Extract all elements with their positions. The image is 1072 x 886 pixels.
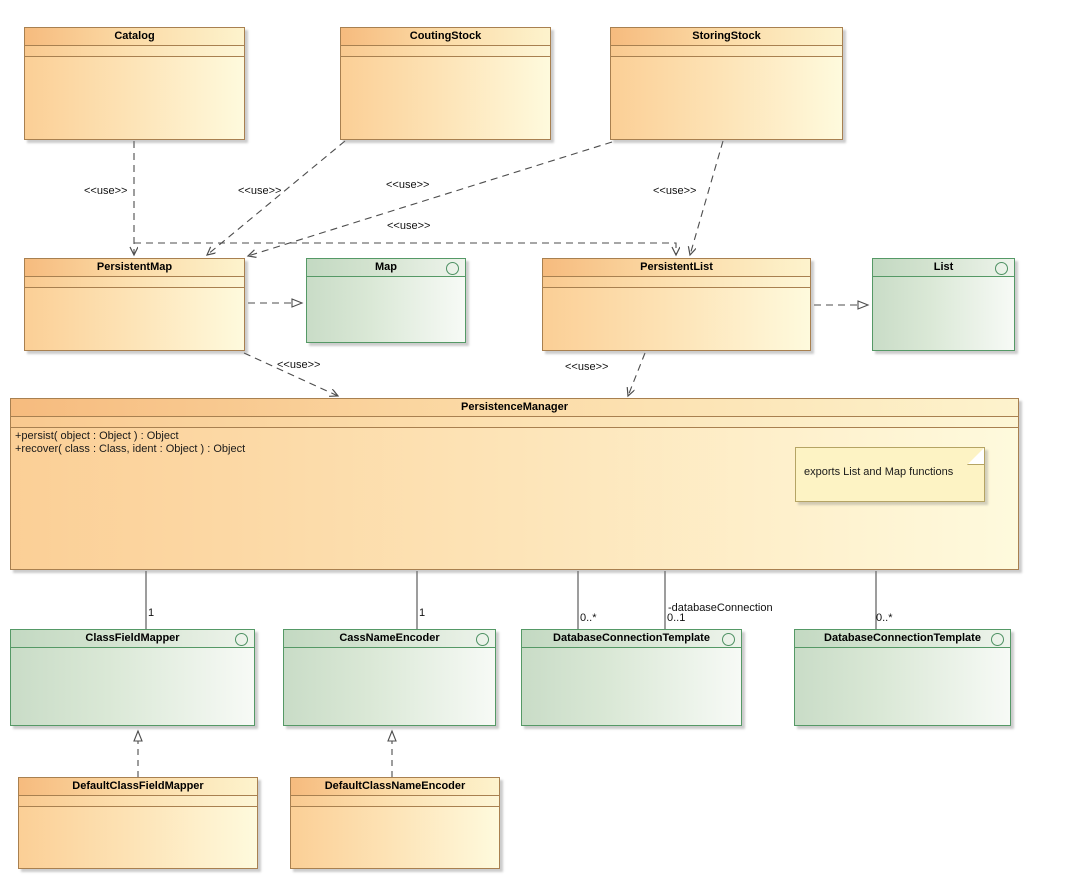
link-storingstock-to-persistentlist xyxy=(690,140,724,255)
class-name-classfieldmapper-label: ClassFieldMapper xyxy=(85,632,180,644)
class-name-coutingstock: CoutingStock xyxy=(341,28,550,46)
class-box-defaultclassnameencoder[interactable]: DefaultClassNameEncoder xyxy=(290,777,500,869)
class-box-defaultclassfieldmapper[interactable]: DefaultClassFieldMapper xyxy=(18,777,258,869)
interface-circle-icon xyxy=(446,262,459,275)
class-name-defaultclassnameencoder: DefaultClassNameEncoder xyxy=(291,778,499,796)
interface-circle-icon xyxy=(476,633,489,646)
link-coutingstock-to-persistentlist xyxy=(134,242,676,255)
class-name-databaseconnectiontemplate-1-label: DatabaseConnectionTemplate xyxy=(553,632,710,644)
class-name-cassnameencoder: CassNameEncoder xyxy=(284,630,495,648)
edge-label-use-coutingstock-persistentmap: <<use>> xyxy=(238,185,282,197)
class-name-list-label: List xyxy=(933,261,954,273)
class-box-coutingstock[interactable]: CoutingStock xyxy=(340,27,551,140)
interface-circle-icon xyxy=(991,633,1004,646)
class-operations-coutingstock xyxy=(341,57,550,139)
class-name-catalog: Catalog xyxy=(25,28,244,46)
class-name-persistentlist: PersistentList xyxy=(543,259,810,277)
class-box-persistentlist[interactable]: PersistentList xyxy=(542,258,811,351)
class-attributes-storingstock xyxy=(611,46,842,57)
class-name-databaseconnectiontemplate-2: DatabaseConnectionTemplate xyxy=(795,630,1010,648)
class-box-map[interactable]: Map xyxy=(306,258,466,343)
note-exports[interactable]: exports List and Map functions xyxy=(795,447,985,502)
class-name-map-label: Map xyxy=(375,261,397,273)
class-name-cassnameencoder-label: CassNameEncoder xyxy=(339,632,440,644)
class-attributes-catalog xyxy=(25,46,244,57)
class-attributes-persistentlist xyxy=(543,277,810,288)
note-fold-corner-icon xyxy=(967,448,984,465)
edge-label-use-storingstock-persistentlist: <<use>> xyxy=(653,185,697,197)
class-name-map: Map xyxy=(307,259,465,277)
class-operations-databaseconnectiontemplate-2 xyxy=(795,648,1010,725)
class-name-storingstock: StoringStock xyxy=(611,28,842,46)
class-operations-persistentlist xyxy=(543,288,810,350)
multiplicity-cassnameencoder: 1 xyxy=(419,607,426,619)
class-operations-map xyxy=(307,277,465,342)
class-operations-storingstock xyxy=(611,57,842,139)
class-operations-defaultclassfieldmapper xyxy=(19,807,257,868)
interface-circle-icon xyxy=(722,633,735,646)
class-box-cassnameencoder[interactable]: CassNameEncoder xyxy=(283,629,496,726)
class-name-classfieldmapper: ClassFieldMapper xyxy=(11,630,254,648)
interface-circle-icon xyxy=(235,633,248,646)
link-persistentlist-to-manager xyxy=(628,352,646,396)
class-operations-list xyxy=(873,277,1014,350)
class-operations-databaseconnectiontemplate-1 xyxy=(522,648,741,725)
class-box-databaseconnectiontemplate-1[interactable]: DatabaseConnectionTemplate xyxy=(521,629,742,726)
class-box-catalog[interactable]: Catalog xyxy=(24,27,245,140)
class-operations-classfieldmapper xyxy=(11,648,254,725)
class-attributes-defaultclassnameencoder xyxy=(291,796,499,807)
class-operations-persistentmap xyxy=(25,288,244,350)
class-name-defaultclassfieldmapper: DefaultClassFieldMapper xyxy=(19,778,257,796)
edge-label-use-catalog-persistentmap: <<use>> xyxy=(84,185,128,197)
multiplicity-databaseconnectiontemplate-2: 0..* xyxy=(876,612,893,624)
class-attributes-defaultclassfieldmapper xyxy=(19,796,257,807)
interface-circle-icon xyxy=(995,262,1008,275)
multiplicity-databaseconnectiontemplate-1: 0..* xyxy=(580,612,597,624)
class-box-storingstock[interactable]: StoringStock xyxy=(610,27,843,140)
uml-class-diagram: Catalog CoutingStock StoringStock Persis… xyxy=(0,0,1072,886)
class-operations-cassnameencoder xyxy=(284,648,495,725)
edge-label-use-persistentlist-manager: <<use>> xyxy=(565,361,609,373)
edge-label-use-persistentmap-manager: <<use>> xyxy=(277,359,321,371)
class-box-classfieldmapper[interactable]: ClassFieldMapper xyxy=(10,629,255,726)
edge-label-use-coutingstock-persistentlist: <<use>> xyxy=(386,179,430,191)
operation-persist: +persist( object : Object ) : Object xyxy=(15,430,179,442)
class-name-persistencemanager: PersistenceManager xyxy=(11,399,1018,417)
class-attributes-coutingstock xyxy=(341,46,550,57)
link-storingstock-to-persistentmap xyxy=(248,141,613,256)
edge-label-use-storingstock-persistentmap: <<use>> xyxy=(387,220,431,232)
class-name-databaseconnectiontemplate-1: DatabaseConnectionTemplate xyxy=(522,630,741,648)
class-attributes-persistentmap xyxy=(25,277,244,288)
class-box-persistentmap[interactable]: PersistentMap xyxy=(24,258,245,351)
class-operations-defaultclassnameencoder xyxy=(291,807,499,868)
class-name-databaseconnectiontemplate-2-label: DatabaseConnectionTemplate xyxy=(824,632,981,644)
class-attributes-persistencemanager xyxy=(11,417,1018,428)
note-text: exports List and Map functions xyxy=(804,466,954,478)
class-name-list: List xyxy=(873,259,1014,277)
class-box-list[interactable]: List xyxy=(872,258,1015,351)
class-name-persistentmap: PersistentMap xyxy=(25,259,244,277)
multiplicity-classfieldmapper: 1 xyxy=(148,607,155,619)
role-label-databaseconnection: -databaseConnection xyxy=(668,602,773,614)
class-box-databaseconnectiontemplate-2[interactable]: DatabaseConnectionTemplate xyxy=(794,629,1011,726)
class-operations-catalog xyxy=(25,57,244,139)
link-coutingstock-to-persistentmap xyxy=(207,140,346,255)
